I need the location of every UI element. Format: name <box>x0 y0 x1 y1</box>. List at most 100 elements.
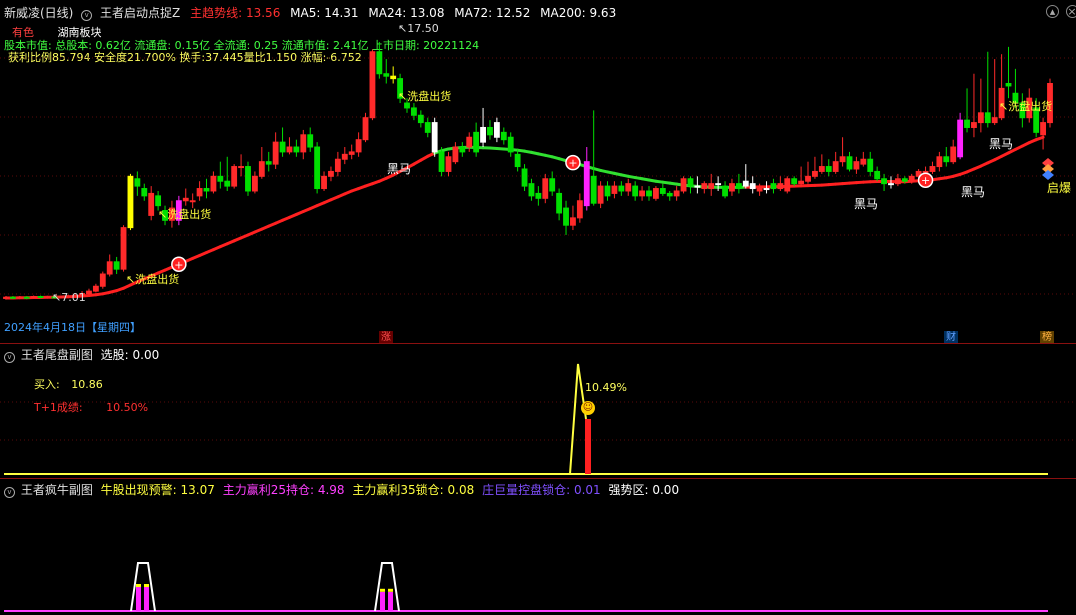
low-price-label: ↖7.01 <box>52 291 86 304</box>
heima-label-3: 黑马 <box>961 185 986 199</box>
candle-body <box>438 151 445 172</box>
candle-body <box>825 166 832 172</box>
xipan-text-4: 洗盘出货 <box>1008 100 1053 113</box>
candle-body <box>251 175 258 192</box>
candle-body <box>120 227 127 270</box>
candle-body <box>729 183 735 192</box>
xipan-label-4: ↖洗盘出货 <box>999 100 1053 113</box>
buy-marker-plus-1: + <box>568 157 577 170</box>
candle-body <box>334 158 341 172</box>
candle-body <box>224 180 231 187</box>
pane2-title[interactable]: 王者尾盘副图 <box>21 348 93 362</box>
candle-body <box>888 183 894 186</box>
candle-body <box>881 178 887 185</box>
candle-body <box>1005 83 1012 87</box>
candle-body <box>687 178 694 187</box>
pane3-bar-magenta-0 <box>136 587 141 611</box>
candle-body <box>37 296 44 299</box>
candle-body <box>860 158 867 165</box>
candle-body <box>245 166 251 192</box>
pane3-title[interactable]: 王者疯牛副图 <box>21 483 93 497</box>
pane3-bar-magenta-1 <box>380 591 385 611</box>
candle-body <box>673 190 680 197</box>
chevron-down-icon[interactable]: v <box>4 487 15 498</box>
candle-body <box>583 161 590 207</box>
candle-body <box>611 185 618 194</box>
candle-body <box>424 122 431 133</box>
candle-body <box>901 178 908 182</box>
candle-body <box>770 183 777 190</box>
candle-body <box>196 188 203 197</box>
candle-body <box>411 107 417 116</box>
pane2-select: 选股: 0.00 <box>100 348 160 362</box>
heima-label-2: 黑马 <box>854 197 879 211</box>
chevron-down-icon[interactable]: v <box>4 352 15 363</box>
candle-body <box>666 192 673 197</box>
candle-body <box>929 166 936 172</box>
candle-body <box>604 185 611 197</box>
buy-label: 买入: <box>34 378 60 391</box>
candle-body <box>459 146 466 153</box>
candle-body <box>749 183 756 190</box>
candle-body <box>521 168 528 187</box>
candle-body <box>777 183 784 190</box>
candle-body <box>756 188 763 192</box>
candle-body <box>556 192 563 214</box>
candle-body <box>466 136 473 148</box>
candle-body <box>493 122 500 138</box>
pane2-plot <box>4 363 1048 475</box>
pane3-spike-outline-1 <box>374 562 400 612</box>
pane3-bar-magenta2-1 <box>388 591 393 611</box>
candle-body <box>805 175 811 182</box>
candle-body <box>894 178 901 185</box>
candle-body <box>722 185 728 197</box>
candle-body <box>369 51 376 119</box>
candle-body <box>839 156 846 163</box>
candle-body <box>570 217 576 226</box>
candle-body <box>618 185 625 192</box>
heima-label-1: 黑马 <box>387 162 412 176</box>
candle-body <box>127 175 134 229</box>
xipan-label-3: ↖洗盘出货 <box>398 90 452 103</box>
candle-body <box>362 117 369 141</box>
candle-body <box>514 153 521 168</box>
candle-body <box>742 180 749 187</box>
buy-marker-plus-0: + <box>174 258 183 271</box>
candle-body <box>155 195 162 207</box>
candle-body <box>639 190 645 197</box>
high-price-label: ↖17.50 <box>398 22 439 35</box>
candle-body <box>286 146 293 153</box>
candle-body <box>701 183 708 190</box>
pane3-item4: 庄巨量控盘锁仓: 0.01 <box>482 483 601 497</box>
candle-body <box>92 285 99 292</box>
candle-body <box>279 141 286 153</box>
pane3-cap-yellow2-0 <box>144 584 149 587</box>
candle-body <box>846 156 853 170</box>
candle-body <box>818 166 825 172</box>
candle-body <box>480 126 486 143</box>
pane3-item2: 主力赢利25持仓: 4.98 <box>222 483 345 497</box>
pane3-cap-yellow2-1 <box>388 588 393 592</box>
grid-lines <box>0 57 1076 441</box>
candle-body <box>735 183 742 190</box>
candle-body <box>3 296 9 299</box>
candle-body <box>542 178 549 199</box>
candle-body <box>30 296 37 299</box>
candle-body <box>563 207 569 226</box>
xipan-label-2: ↖洗盘出货 <box>158 208 212 221</box>
candle-body <box>784 178 791 192</box>
candle-body <box>23 296 30 299</box>
pane-divider-2 <box>0 478 1076 479</box>
candle-body <box>231 166 238 187</box>
candle-body <box>535 192 542 199</box>
candle-body <box>348 151 355 155</box>
pane3-cap-yellow-1 <box>380 588 385 592</box>
pane3-plot <box>4 562 1048 612</box>
candle-body <box>265 161 272 165</box>
candle-body <box>590 175 597 204</box>
candle-body <box>597 185 604 204</box>
candle-body <box>487 126 493 136</box>
candle-body <box>694 185 701 188</box>
pane3-cap-yellow-0 <box>136 584 141 587</box>
candle-body <box>763 188 770 191</box>
